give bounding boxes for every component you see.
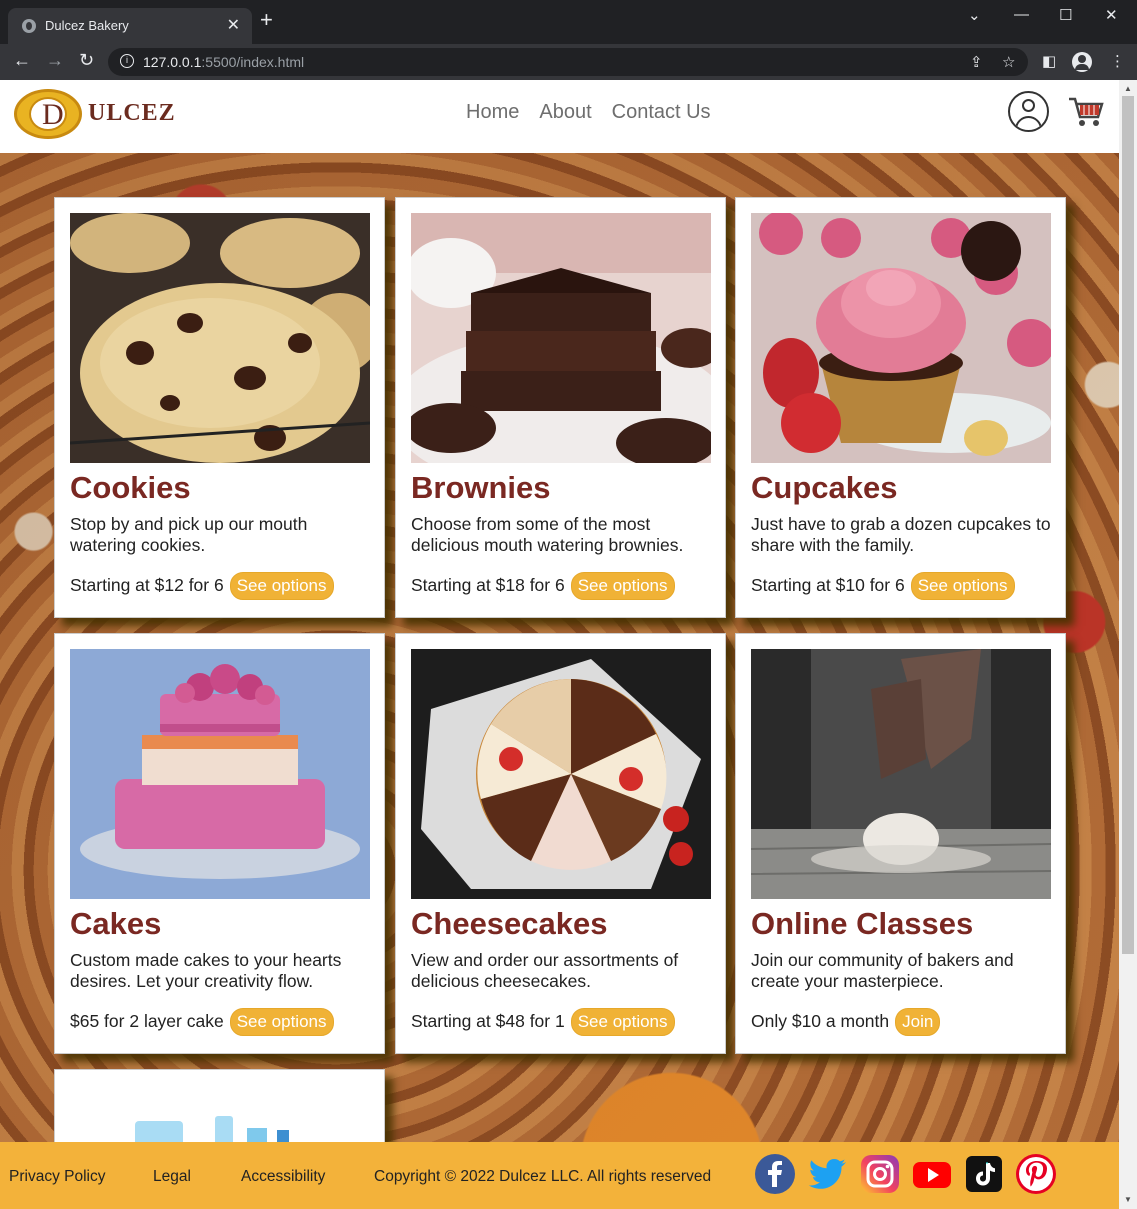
youtube-icon[interactable]	[912, 1154, 952, 1194]
online-classes-image	[751, 649, 1051, 899]
cheesecakes-image	[411, 649, 711, 899]
instagram-icon[interactable]	[860, 1154, 900, 1194]
tiktok-icon[interactable]	[964, 1154, 1004, 1194]
card-price: Only $10 a month Join	[751, 1008, 941, 1036]
twitter-icon[interactable]	[808, 1154, 848, 1194]
copyright-text: Copyright © 2022 Dulcez LLC. All rights …	[374, 1168, 712, 1185]
card-description: Custom made cakes to your hearts desires…	[70, 950, 342, 991]
browser-toolbar: ← → ↻ i 127.0.0.1:5500/index.html ⇪ ☆ ◧ …	[0, 44, 1137, 80]
product-card-cakes: Cakes Custom made cakes to your hearts d…	[54, 633, 385, 1054]
logo-emblem: D	[14, 89, 82, 139]
tab-search-chevron-icon[interactable]: ⌄	[968, 6, 981, 24]
cakes-image	[70, 649, 370, 899]
nav-contact[interactable]: Contact Us	[612, 101, 711, 124]
card-price: Starting at $48 for 1 See options	[411, 1008, 675, 1036]
see-options-button[interactable]: See options	[229, 572, 334, 600]
footer-link-legal[interactable]: Legal	[153, 1168, 191, 1186]
card-title: Cupcakes	[751, 470, 898, 505]
product-card-online-classes: Online Classes Join our community of bak…	[735, 633, 1066, 1054]
nav-home[interactable]: Home	[466, 101, 519, 124]
browser-menu-icon[interactable]: ⋮	[1110, 52, 1125, 70]
site-header: D ULCEZ Home About Contact Us	[0, 80, 1119, 153]
card-price: Starting at $18 for 6 See options	[411, 572, 675, 600]
scroll-down-arrow-icon[interactable]: ▼	[1124, 1195, 1132, 1204]
see-options-button[interactable]: See options	[910, 572, 1015, 600]
browser-tab-bar: Dulcez Bakery ✕ + ⌄ — ☐ ✕	[0, 0, 1137, 44]
main-nav: Home About Contact Us	[466, 101, 711, 124]
see-options-button[interactable]: See options	[570, 1008, 675, 1036]
nav-about[interactable]: About	[539, 101, 591, 124]
join-button[interactable]: Join	[895, 1008, 941, 1036]
brownies-image	[411, 213, 711, 463]
tab-close-icon[interactable]: ✕	[227, 15, 240, 35]
card-price: Starting at $10 for 6 See options	[751, 572, 1015, 600]
tab-title: Dulcez Bakery	[45, 18, 129, 33]
url-text: 127.0.0.1:5500/index.html	[143, 54, 305, 70]
see-options-button[interactable]: See options	[570, 572, 675, 600]
card-title: Cheesecakes	[411, 906, 608, 941]
site-info-icon[interactable]: i	[120, 54, 134, 68]
shopping-cart-icon[interactable]	[1068, 95, 1104, 129]
minimize-icon[interactable]: —	[1014, 6, 1029, 23]
card-description: View and order our assortments of delici…	[411, 950, 679, 991]
side-panel-icon[interactable]: ◧	[1042, 52, 1056, 70]
reload-icon[interactable]: ↻	[79, 50, 94, 71]
logo-letter: D	[42, 98, 64, 131]
product-card-brownies: Brownies Choose from some of the most de…	[395, 197, 726, 618]
facebook-icon[interactable]	[755, 1154, 795, 1194]
scroll-up-arrow-icon[interactable]: ▲	[1124, 84, 1132, 93]
pinterest-icon[interactable]	[1016, 1154, 1056, 1194]
footer-link-privacy[interactable]: Privacy Policy	[9, 1168, 105, 1186]
card-title: Cakes	[70, 906, 162, 941]
card-title: Cookies	[70, 470, 191, 505]
cookies-image	[70, 213, 370, 463]
site-footer: Privacy Policy Legal Accessibility Copyr…	[0, 1142, 1119, 1209]
profile-icon[interactable]	[1072, 52, 1092, 72]
footer-link-accessibility[interactable]: Accessibility	[241, 1168, 325, 1186]
back-icon[interactable]: ←	[13, 50, 31, 71]
page-viewport: D ULCEZ Home About Contact Us Cookies St…	[0, 80, 1119, 1209]
product-card-cheesecakes: Cheesecakes View and order our assortmen…	[395, 633, 726, 1054]
forward-icon[interactable]: →	[46, 50, 64, 71]
product-card-cupcakes: Cupcakes Just have to grab a dozen cupca…	[735, 197, 1066, 618]
browser-tab[interactable]: Dulcez Bakery ✕	[8, 8, 252, 44]
card-description: Just have to grab a dozen cupcakes to sh…	[751, 514, 1051, 555]
card-description: Stop by and pick up our mouth watering c…	[70, 514, 308, 555]
address-bar[interactable]: i 127.0.0.1:5500/index.html ⇪ ☆	[108, 48, 1028, 76]
card-price: $65 for 2 layer cake See options	[70, 1008, 334, 1036]
see-options-button[interactable]: See options	[229, 1008, 334, 1036]
globe-icon	[22, 19, 36, 33]
card-price: Starting at $12 for 6 See options	[70, 572, 334, 600]
window-close-icon[interactable]: ✕	[1105, 6, 1118, 24]
dulcez-logo[interactable]: D ULCEZ	[14, 89, 175, 139]
card-title: Online Classes	[751, 906, 974, 941]
scrollbar-thumb[interactable]	[1122, 96, 1134, 954]
product-card-cookies: Cookies Stop by and pick up our mouth wa…	[54, 197, 385, 618]
maximize-icon[interactable]: ☐	[1059, 6, 1072, 24]
user-account-icon[interactable]	[1008, 91, 1049, 132]
share-icon[interactable]: ⇪	[970, 53, 983, 71]
cupcakes-image	[751, 213, 1051, 463]
new-tab-icon[interactable]: +	[260, 9, 273, 31]
card-description: Join our community of bakers and create …	[751, 950, 1014, 991]
card-description: Choose from some of the most delicious m…	[411, 514, 684, 555]
bookmark-star-icon[interactable]: ☆	[1002, 53, 1015, 71]
card-title: Brownies	[411, 470, 551, 505]
logo-wordmark: ULCEZ	[88, 100, 176, 126]
